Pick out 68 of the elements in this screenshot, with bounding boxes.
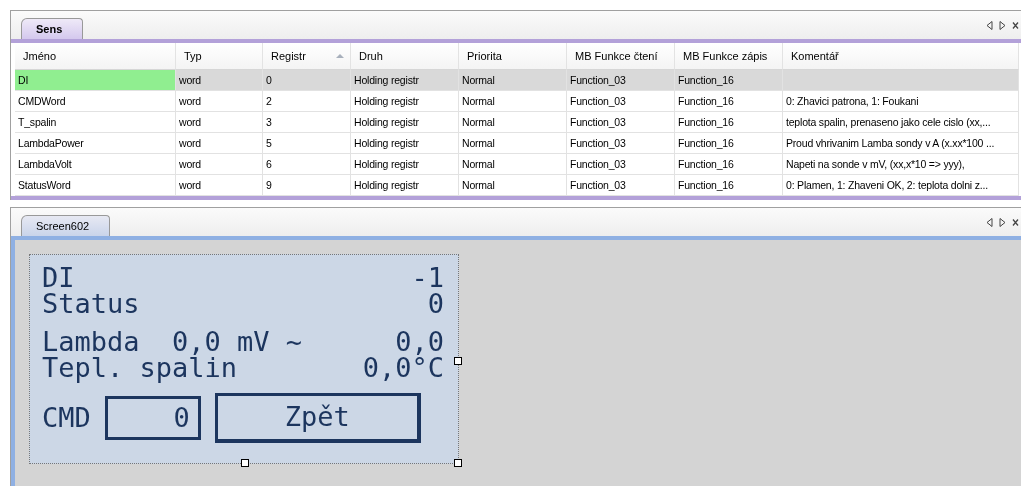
lcd-value: 0,0	[395, 329, 444, 355]
cmd-field[interactable]: 0	[104, 396, 201, 440]
column-header[interactable]: MB Funkce zápis	[675, 43, 783, 70]
lcd-label: Lambda 0,0 mV ~	[42, 329, 303, 355]
table-cell: Normal	[459, 112, 567, 133]
table-cell: word	[176, 133, 263, 154]
table-cell: Function_16	[675, 154, 783, 175]
table-cell: Function_16	[675, 70, 783, 91]
column-header[interactable]: Priorita	[459, 43, 567, 70]
table-cell: 0: Zhavici patrona, 1: Foukani	[783, 91, 1019, 112]
column-header[interactable]: MB Funkce čtení	[567, 43, 675, 70]
lcd-value: 0,0°C	[362, 355, 444, 381]
table-cell: Holding registr	[351, 112, 459, 133]
table-cell: Proud vhrivanim Lamba sondy v A (x.xx*100 ...	[783, 133, 1019, 154]
lcd-value: 0	[427, 291, 444, 317]
table-cell: 0: Plamen, 1: Zhaveni OK, 2: teplota dolni z...	[783, 175, 1019, 196]
lcd-label: Tepl. spalin	[42, 355, 238, 381]
table-cell: Holding registr	[351, 133, 459, 154]
table-cell: Holding registr	[351, 70, 459, 91]
table-cell: word	[176, 112, 263, 133]
back-button[interactable]: Zpět	[214, 393, 421, 443]
table-cell: Holding registr	[351, 154, 459, 175]
table-cell: word	[176, 70, 263, 91]
table-cell: Normal	[459, 154, 567, 175]
table-cell: Normal	[459, 133, 567, 154]
table-cell: CMDWord	[15, 91, 176, 112]
lcd-value: -1	[411, 265, 444, 291]
table-cell: Function_03	[567, 70, 675, 91]
table-cell: LambdaPower	[15, 133, 176, 154]
table-cell: Function_03	[567, 133, 675, 154]
table-cell: Function_03	[567, 175, 675, 196]
table-cell: word	[176, 154, 263, 175]
table-cell: Normal	[459, 91, 567, 112]
table-cell: Function_16	[675, 133, 783, 154]
table-cell: 0	[263, 70, 351, 91]
column-header[interactable]: Registr	[263, 43, 351, 70]
lcd-label: CMD	[42, 405, 91, 431]
table-cell: word	[176, 91, 263, 112]
table-cell: Holding registr	[351, 91, 459, 112]
panel-tab[interactable]: Sens	[21, 18, 84, 39]
column-header[interactable]: Druh	[351, 43, 459, 70]
table-cell: Function_16	[675, 112, 783, 133]
table-cell: Function_16	[675, 175, 783, 196]
table-cell: T_spalin	[15, 112, 176, 133]
table-cell: 6	[263, 154, 351, 175]
table-cell: StatusWord	[15, 175, 176, 196]
column-header[interactable]: Jméno	[15, 43, 176, 70]
table-cell: Function_03	[567, 112, 675, 133]
table-cell: Napeti na sonde v mV, (xx,x*10 => yyy),	[783, 154, 1019, 175]
column-header[interactable]: Komentář	[783, 43, 1019, 70]
table-cell: teplota spalin, prenaseno jako cele cislo (xx,...	[783, 112, 1019, 133]
lcd-label: Status	[42, 291, 140, 317]
panel-tab[interactable]: Screen602	[21, 215, 111, 236]
lcd-label: DI	[42, 265, 75, 291]
table-cell: word	[176, 175, 263, 196]
table-cell: LambdaVolt	[15, 154, 176, 175]
table-cell: Normal	[459, 70, 567, 91]
table-cell: 2	[263, 91, 351, 112]
table-cell: Holding registr	[351, 175, 459, 196]
table-cell: DI	[15, 70, 176, 91]
table-cell: Function_03	[567, 91, 675, 112]
column-header[interactable]: Typ	[176, 43, 263, 70]
table-cell: 5	[263, 133, 351, 154]
table-cell: Normal	[459, 175, 567, 196]
table-cell: Function_03	[567, 154, 675, 175]
table-cell: Function_16	[675, 91, 783, 112]
table-cell: 3	[263, 112, 351, 133]
table-cell: 9	[263, 175, 351, 196]
